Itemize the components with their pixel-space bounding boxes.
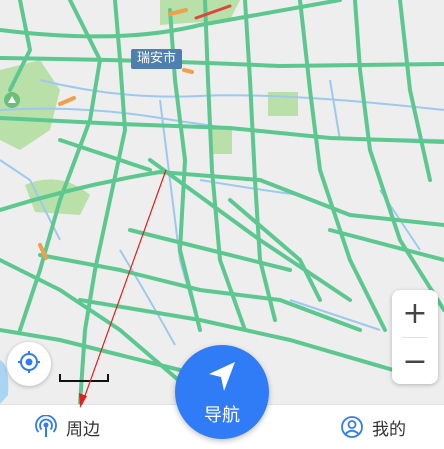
park-area	[212, 128, 232, 154]
location-signal-icon	[34, 415, 58, 439]
zoom-controls: + −	[392, 290, 438, 384]
navigate-button[interactable]: 导航	[175, 345, 269, 439]
locate-button[interactable]	[7, 342, 51, 386]
map-scale-bar	[59, 374, 109, 382]
tab-mine-label: 我的	[372, 419, 406, 440]
user-circle-icon	[340, 415, 364, 439]
tab-nearby[interactable]: 周边	[34, 405, 100, 449]
locate-target-icon	[17, 350, 41, 378]
tab-mine[interactable]: 我的	[340, 405, 406, 449]
city-label[interactable]: 瑞安市	[131, 49, 183, 69]
zoom-out-button[interactable]: −	[392, 338, 438, 384]
tab-nearby-label: 周边	[66, 419, 100, 440]
navigate-label: 导航	[204, 405, 240, 426]
zoom-in-button[interactable]: +	[392, 290, 438, 336]
navigation-arrow-icon	[206, 360, 238, 398]
